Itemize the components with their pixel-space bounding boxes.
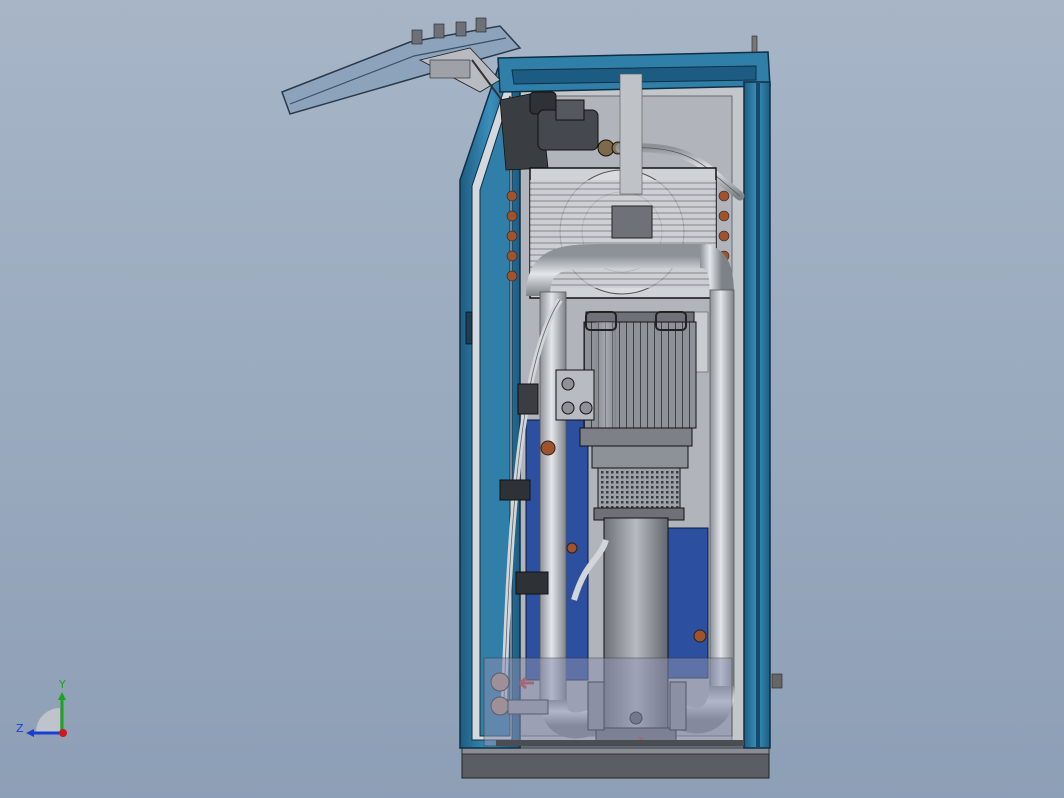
z-axis-label: Z	[16, 722, 24, 735]
cabinet-right-panel	[743, 81, 783, 749]
cad-viewport[interactable]: Y Z	[0, 0, 1064, 798]
y-axis-label: Y	[59, 678, 66, 691]
opened-lid	[281, 17, 522, 115]
bottom-base-frame	[483, 657, 744, 747]
coordinate-triad	[10, 676, 80, 746]
triad-origin	[59, 729, 67, 737]
compressor-assembly-drawing	[281, 17, 783, 779]
base-plinth	[461, 747, 770, 779]
y-axis-arrowhead	[58, 692, 66, 700]
z-axis-arrowhead	[26, 729, 34, 737]
triad-arc	[36, 708, 60, 732]
